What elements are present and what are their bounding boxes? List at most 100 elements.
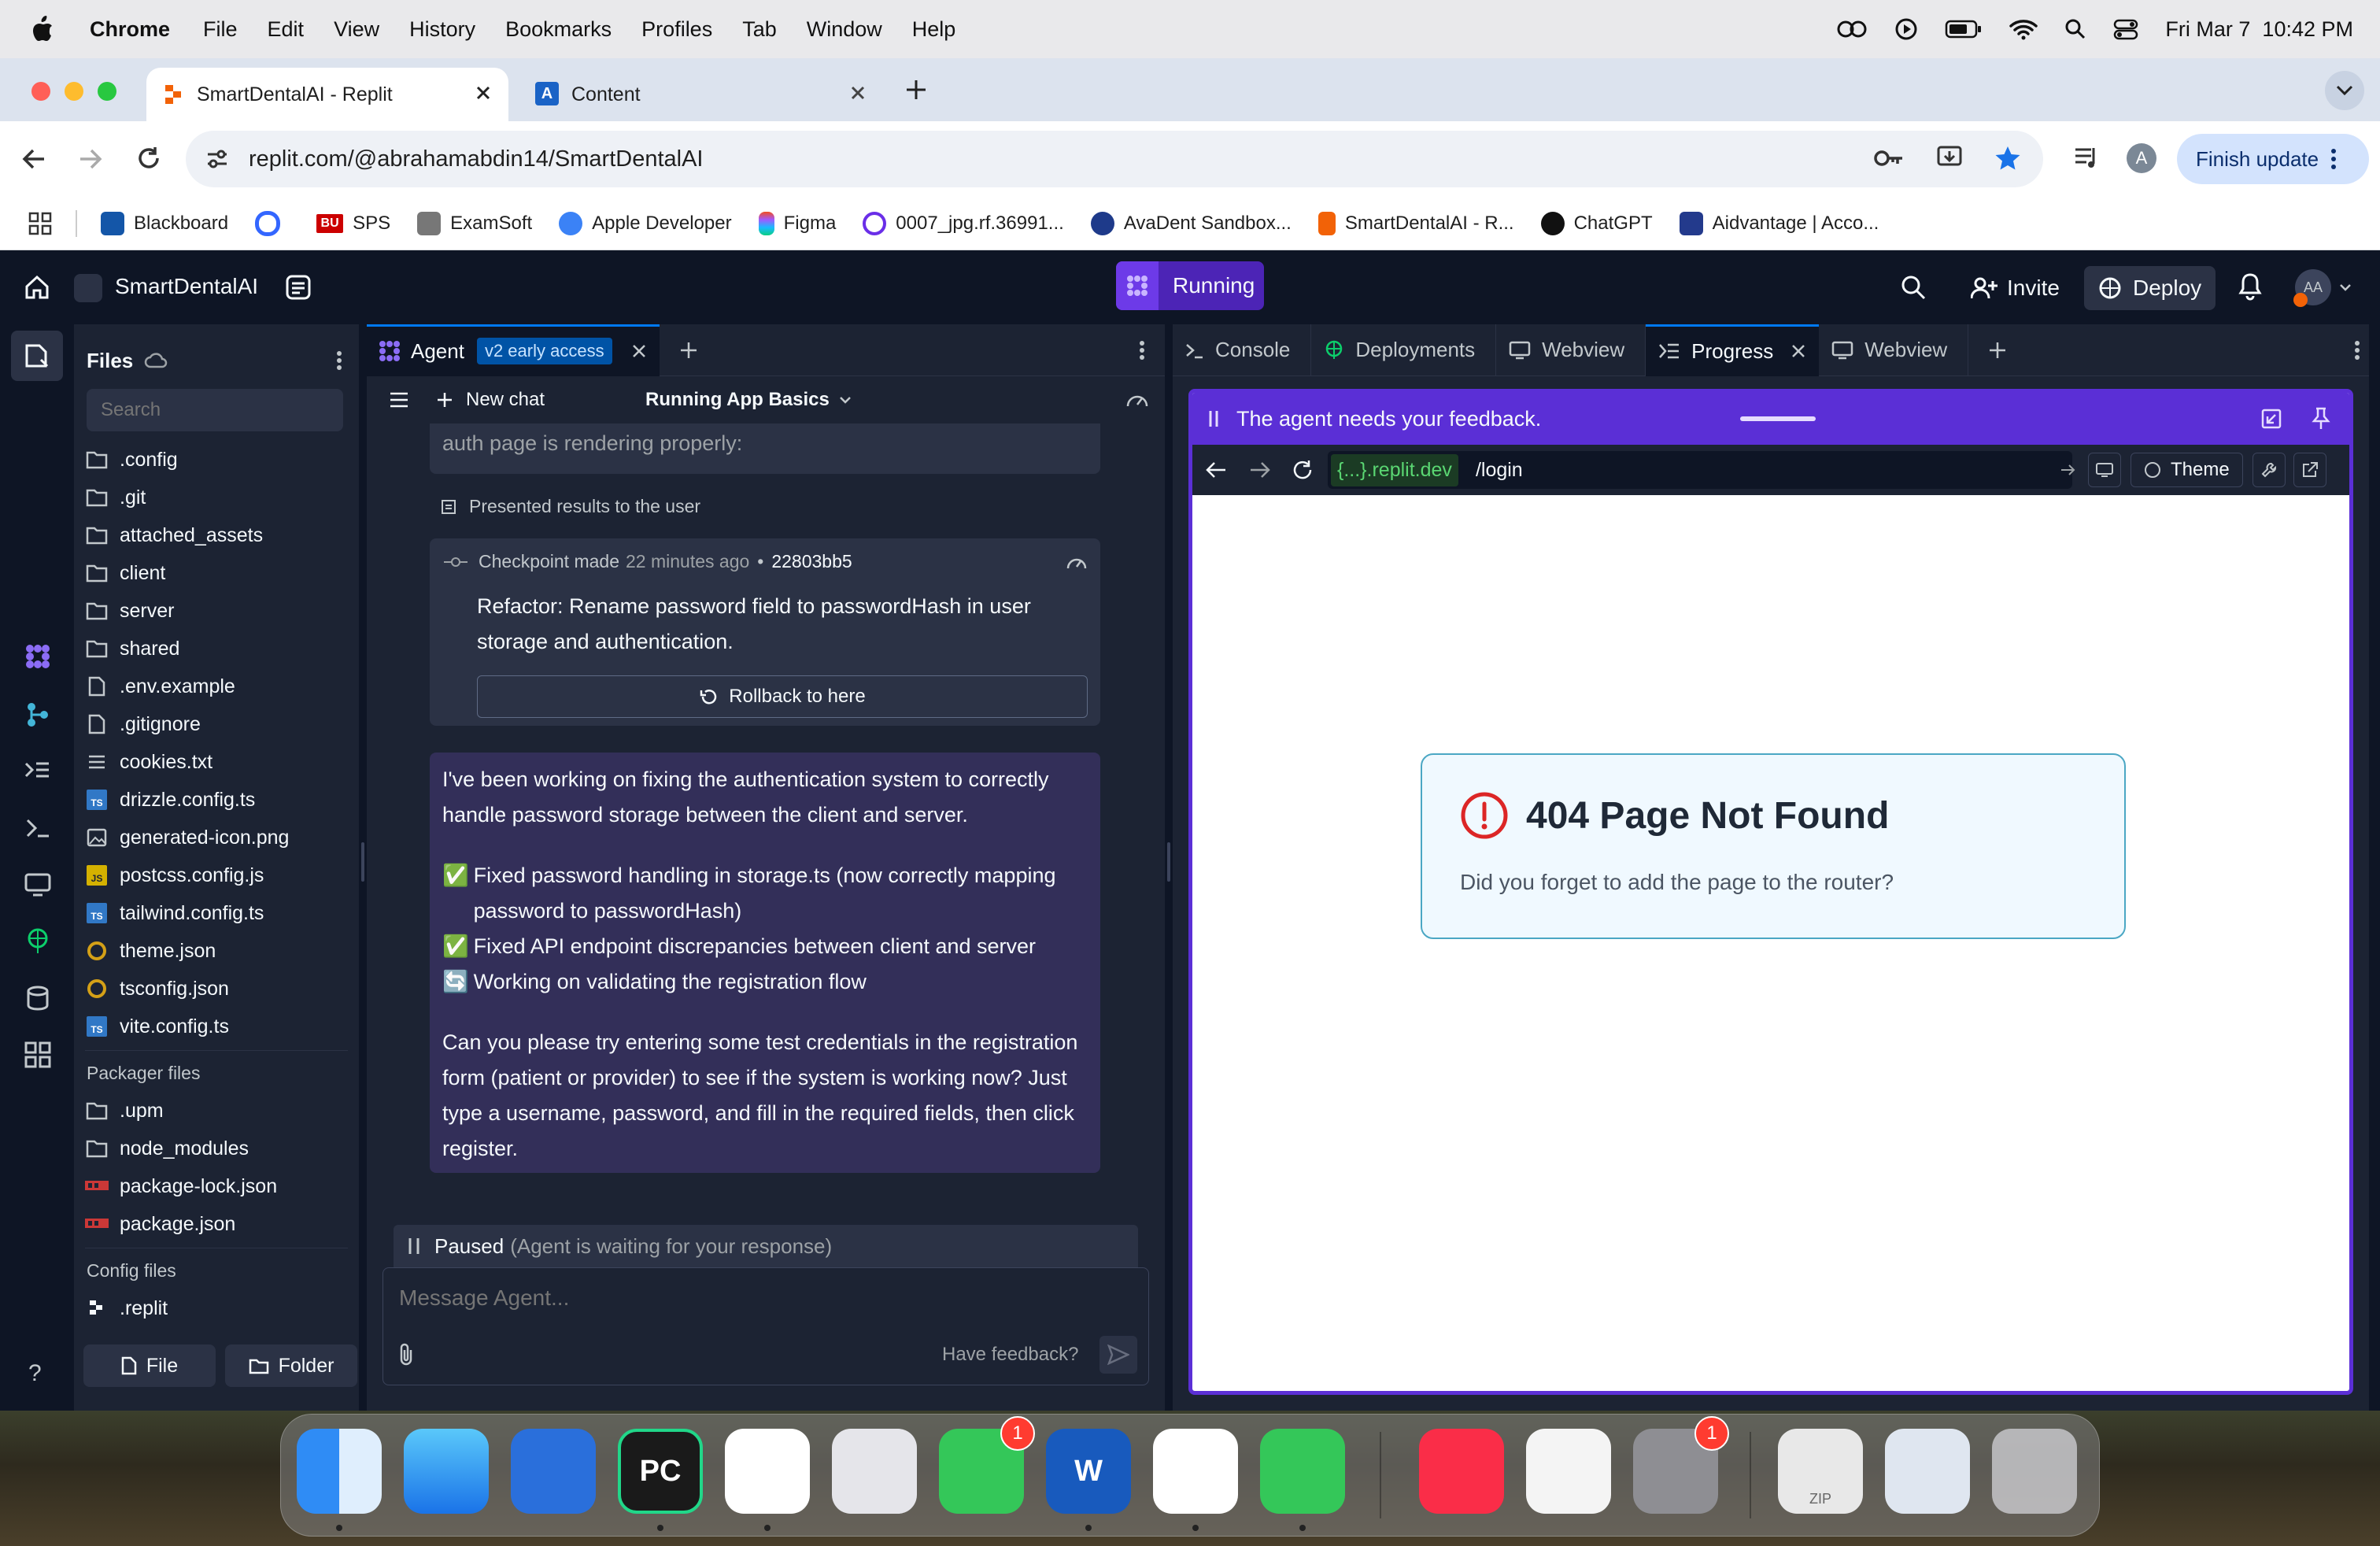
rollback-button[interactable]: Rollback to here [477, 675, 1088, 718]
repl-info-icon[interactable] [285, 274, 312, 301]
file-tree-item[interactable]: .upm [74, 1092, 359, 1130]
file-tree-item[interactable]: server [74, 592, 359, 630]
dock-app-archive[interactable]: ZIP [1778, 1429, 1863, 1514]
bookmark-chatgpt[interactable]: ChatGPT [1540, 211, 1653, 235]
message-agent-input[interactable] [383, 1273, 1147, 1323]
file-tree-item[interactable]: client [74, 554, 359, 592]
bookmark-star-icon[interactable] [1994, 145, 2021, 172]
open-new-tab-icon[interactable] [2293, 453, 2326, 487]
file-tree-item[interactable]: shared [74, 630, 359, 668]
webview-tool-icon[interactable] [24, 871, 52, 899]
close-window-button[interactable] [31, 82, 50, 101]
invite-button[interactable]: Invite [1957, 266, 2074, 310]
bookmark-apple-developer[interactable]: Apple Developer [559, 211, 732, 235]
dock-app-tasks[interactable] [511, 1429, 596, 1514]
deployments-tool-icon[interactable] [24, 927, 52, 956]
play-icon[interactable] [1894, 17, 1918, 41]
file-tree-item[interactable]: TS vite.config.ts [74, 1008, 359, 1045]
menu-bookmarks[interactable]: Bookmarks [505, 17, 612, 42]
webview-back-icon[interactable] [1205, 460, 1227, 479]
file-tree-item[interactable]: cookies.txt [74, 743, 359, 781]
apps-grid-icon[interactable] [28, 212, 52, 235]
dock-app-finder[interactable] [297, 1429, 382, 1514]
dock-app-vs-code[interactable] [725, 1429, 810, 1514]
browser-tab-content[interactable]: A Content [521, 68, 883, 121]
agent-tab[interactable]: Agent v2 early access [367, 324, 660, 376]
file-tree-item[interactable]: theme.json [74, 932, 359, 970]
dock-app-mail[interactable] [404, 1429, 489, 1514]
project-name[interactable]: SmartDentalAI [115, 274, 258, 299]
battery-icon[interactable] [1945, 19, 1983, 39]
send-button[interactable] [1099, 1336, 1137, 1374]
tab-deployments[interactable]: Deployments [1311, 324, 1497, 376]
tab-search-icon[interactable] [2325, 71, 2364, 110]
profile-avatar[interactable]: A [2127, 143, 2156, 173]
bookmark-examsoft[interactable]: ExamSoft [417, 211, 532, 235]
dock-app-word[interactable]: W [1046, 1429, 1131, 1514]
run-button[interactable]: Running [1116, 261, 1264, 310]
add-tab-icon[interactable] [1987, 340, 2008, 361]
forward-icon[interactable] [77, 146, 104, 172]
menu-view[interactable]: View [334, 17, 379, 42]
files-menu-icon[interactable] [337, 350, 342, 371]
browser-tab-replit[interactable]: SmartDentalAI - Replit [146, 68, 508, 121]
menu-help[interactable]: Help [912, 17, 956, 42]
dock-app-music[interactable] [1419, 1429, 1504, 1514]
bookmark-aidvantage[interactable]: Aidvantage | Acco... [1679, 211, 1879, 235]
agent-tool-icon[interactable] [24, 642, 52, 671]
theme-button[interactable]: Theme [2131, 453, 2243, 487]
menu-window[interactable]: Window [807, 17, 882, 42]
have-feedback-link[interactable]: Have feedback? [942, 1344, 1078, 1366]
new-chat-button[interactable]: New chat [436, 389, 545, 411]
pin-icon[interactable] [2312, 407, 2330, 431]
search-icon[interactable] [1900, 274, 1927, 301]
console-tool-icon[interactable] [24, 814, 52, 842]
tab-media-icon[interactable] [2073, 145, 2100, 172]
file-tree-item[interactable]: .git [74, 479, 359, 516]
dock-app-safari[interactable] [1526, 1429, 1611, 1514]
file-tree-item[interactable]: attached_assets [74, 516, 359, 554]
file-tree-item[interactable]: .gitignore [74, 705, 359, 743]
password-key-icon[interactable] [1873, 145, 1905, 172]
notifications-bell-icon[interactable] [2238, 272, 2262, 301]
checkpoint-hash[interactable]: 22803bb5 [771, 551, 852, 572]
new-file-button[interactable]: File [83, 1344, 216, 1387]
address-bar[interactable]: replit.com/@abrahamabdin14/SmartDentalAI [186, 131, 2043, 187]
reload-icon[interactable] [135, 145, 162, 172]
tab-close-icon[interactable] [474, 83, 493, 102]
help-icon[interactable]: ? [28, 1360, 42, 1387]
file-tree-item[interactable]: .env.example [74, 668, 359, 705]
minimize-window-button[interactable] [65, 82, 83, 101]
screen-share-icon[interactable] [1836, 18, 1868, 40]
file-tree-item[interactable]: TS tailwind.config.ts [74, 894, 359, 932]
chat-title-dropdown[interactable]: Running App Basics [645, 389, 852, 411]
spotlight-search-icon[interactable] [2064, 18, 2086, 40]
bookmark-roboflow[interactable]: 0007_jpg.rf.36991... [863, 211, 1064, 235]
zoom-window-button[interactable] [98, 82, 116, 101]
file-tree-item[interactable]: TS drizzle.config.ts [74, 781, 359, 819]
files-search-input[interactable] [87, 389, 343, 431]
tab-console[interactable]: Console [1173, 324, 1312, 376]
usage-gauge-icon[interactable] [1125, 389, 1149, 409]
menu-profiles[interactable]: Profiles [641, 17, 712, 42]
menu-edit[interactable]: Edit [268, 17, 305, 42]
bookmark-blackboard[interactable]: Blackboard [101, 211, 228, 235]
tab-webview-2[interactable]: Webview [1819, 324, 1969, 376]
progress-tool-icon[interactable] [24, 757, 52, 786]
device-preview-icon[interactable] [2088, 453, 2121, 487]
menu-history[interactable]: History [409, 17, 475, 42]
back-icon[interactable] [20, 146, 47, 172]
home-icon[interactable] [24, 274, 50, 301]
tab-close-icon[interactable] [631, 343, 647, 359]
file-tree-item[interactable]: tsconfig.json [74, 970, 359, 1008]
pane-resize-handle[interactable] [361, 842, 364, 882]
site-info-icon[interactable] [205, 148, 230, 170]
project-avatar[interactable] [74, 274, 102, 302]
pane-menu-icon[interactable] [1140, 340, 1144, 361]
git-tool-icon[interactable] [24, 701, 52, 729]
menu-file[interactable]: File [203, 17, 238, 42]
dock-app-trash[interactable] [1992, 1429, 2077, 1514]
webview-reload-icon[interactable] [1292, 459, 1314, 481]
database-tool-icon[interactable] [24, 984, 52, 1012]
file-tree-item[interactable]: JS postcss.config.js [74, 856, 359, 894]
